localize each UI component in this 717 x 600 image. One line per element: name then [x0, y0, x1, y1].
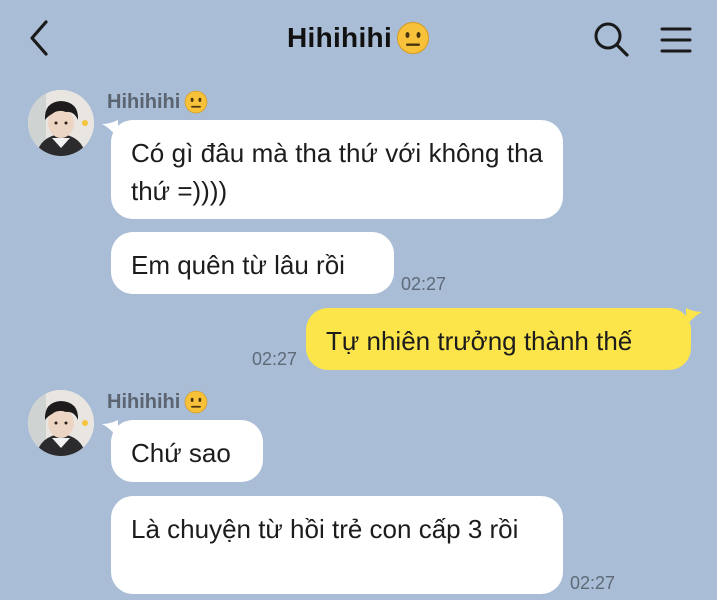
sender-header: Hihihihi — [107, 390, 208, 414]
neutral-face-emoji-icon — [185, 390, 208, 414]
message-time: 02:27 — [252, 349, 298, 369]
chat-header: Hihihihi — [0, 0, 717, 80]
neutral-face-emoji-icon — [397, 22, 430, 54]
message-text: Tự nhiên trưởng thành thế — [326, 326, 633, 356]
sender-name: Hihihihi — [107, 390, 181, 413]
message-text: Là chuyện từ hồi trẻ con cấp 3 rồi — [131, 514, 519, 544]
hamburger-menu-icon — [660, 27, 692, 53]
message-bubble[interactable]: Em quên từ lâu rồi — [111, 232, 394, 294]
bubble-tail — [686, 308, 702, 326]
message-bubble[interactable]: Chứ sao — [111, 420, 263, 482]
message-bubble[interactable]: Là chuyện từ hồi trẻ con cấp 3 rồi — [111, 496, 563, 594]
message-time: 02:27 — [401, 274, 447, 294]
sender-name: Hihihihi — [107, 90, 181, 113]
message-time: 02:27 — [570, 573, 616, 593]
sender-avatar[interactable] — [28, 390, 94, 456]
message-text: Có gì đâu mà tha thứ với không tha thứ =… — [131, 138, 543, 206]
avatar-photo — [28, 390, 94, 456]
sender-header: Hihihihi — [107, 90, 208, 114]
sender-avatar[interactable] — [28, 90, 94, 156]
search-icon — [594, 22, 629, 57]
menu-button[interactable] — [656, 20, 696, 60]
chat-title-text: Hihihihi — [286, 22, 393, 53]
neutral-face-emoji-icon — [185, 90, 208, 114]
message-text: Em quên từ lâu rồi — [131, 250, 345, 280]
avatar-photo — [28, 90, 94, 156]
message-text: Chứ sao — [131, 438, 231, 468]
outgoing-message-bubble[interactable]: Tự nhiên trưởng thành thế — [306, 308, 691, 370]
message-bubble[interactable]: Có gì đâu mà tha thứ với không tha thứ =… — [111, 120, 563, 219]
search-button[interactable] — [590, 18, 632, 60]
